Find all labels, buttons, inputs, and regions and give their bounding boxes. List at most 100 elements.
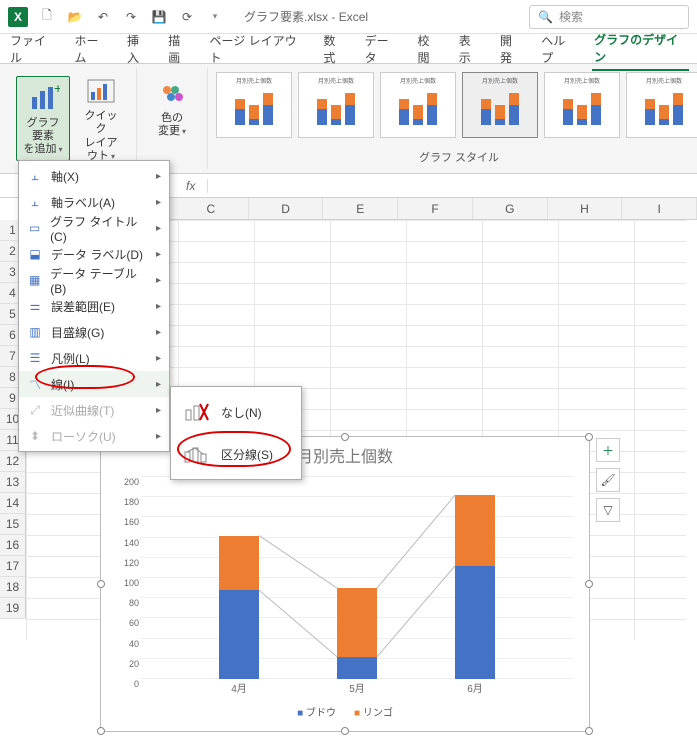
gridlines-icon: ▥: [27, 324, 43, 340]
tab-review[interactable]: 校閲: [416, 28, 443, 70]
chevron-right-icon: ▸: [156, 249, 161, 260]
quick-layout-button[interactable]: クイック レイアウト: [74, 70, 128, 167]
chevron-right-icon: ▸: [156, 327, 161, 338]
y-tick-label: 160: [124, 517, 139, 527]
bar-group[interactable]: [219, 536, 259, 679]
chevron-right-icon: ▸: [156, 301, 161, 312]
row-header[interactable]: 13: [0, 472, 26, 493]
tab-chart-design[interactable]: グラフのデザイン: [592, 27, 689, 71]
submenu-none[interactable]: なし(N): [171, 391, 301, 433]
menu-lines[interactable]: 〽線(I)▸: [19, 371, 169, 397]
window-title: グラフ要素.xlsx - Excel: [244, 8, 368, 25]
col-header[interactable]: H: [548, 198, 623, 219]
tab-developer[interactable]: 開発: [498, 28, 525, 70]
new-file-icon[interactable]: 🗋: [38, 8, 56, 26]
change-colors-button[interactable]: 色の 変更: [145, 72, 199, 142]
bar-group[interactable]: [455, 495, 495, 679]
row-header[interactable]: 19: [0, 598, 26, 619]
y-tick-label: 0: [134, 679, 139, 689]
y-tick-label: 140: [124, 538, 139, 548]
col-header[interactable]: C: [174, 198, 249, 219]
bar-group[interactable]: [337, 588, 377, 679]
row-header[interactable]: 16: [0, 535, 26, 556]
chevron-right-icon: ▸: [156, 197, 161, 208]
qat-dropdown-icon[interactable]: ▾: [206, 8, 224, 26]
y-tick-label: 20: [129, 659, 139, 669]
col-header[interactable]: I: [622, 198, 697, 219]
row-header[interactable]: 17: [0, 556, 26, 577]
embedded-chart[interactable]: 月別売上個数 020406080100120140160180200 ブドウ リ…: [100, 436, 590, 732]
tab-page-layout[interactable]: ページ レイアウト: [207, 28, 307, 70]
tab-insert[interactable]: 挿入: [125, 28, 152, 70]
menu-label: 目盛線(G): [51, 324, 104, 341]
ribbon-group-layouts: + グラフ要素 を追加 クイック レイアウト: [8, 68, 137, 169]
tab-view[interactable]: 表示: [457, 28, 484, 70]
chart-legend[interactable]: ブドウ リンゴ: [101, 704, 589, 719]
quick-access-toolbar: 🗋 📂 ↶ ↷ 💾 ⟳ ▾: [38, 8, 224, 26]
style-thumb-1[interactable]: 月別売上個数: [216, 72, 292, 138]
row-header[interactable]: 12: [0, 451, 26, 472]
col-header[interactable]: F: [398, 198, 473, 219]
fx-icon[interactable]: fx: [174, 179, 208, 193]
chevron-right-icon: ▸: [156, 353, 161, 364]
app-name-text: Excel: [339, 10, 368, 24]
save-icon[interactable]: 💾: [150, 8, 168, 26]
row-header[interactable]: 15: [0, 514, 26, 535]
menu-axis-titles[interactable]: ⫠軸ラベル(A)▸: [19, 189, 169, 215]
series-lines-icon: [181, 440, 211, 468]
menu-error-bars[interactable]: ⚌誤差範囲(E)▸: [19, 293, 169, 319]
legend-icon: ☰: [27, 350, 43, 366]
submenu-series-lines[interactable]: 区分線(S): [171, 433, 301, 475]
menu-label: 近似曲線(T): [51, 402, 114, 419]
tab-home[interactable]: ホーム: [72, 28, 111, 70]
redo-icon[interactable]: ↷: [122, 8, 140, 26]
style-thumb-6[interactable]: 月別売上個数: [626, 72, 697, 138]
tab-help[interactable]: ヘルプ: [539, 28, 578, 70]
refresh-icon[interactable]: ⟳: [178, 8, 196, 26]
menu-axes[interactable]: ⫠軸(X)▸: [19, 163, 169, 189]
col-header[interactable]: E: [323, 198, 398, 219]
menu-chart-title[interactable]: ▭グラフ タイトル(C)▸: [19, 215, 169, 241]
legend-entry-ringo[interactable]: リンゴ: [354, 704, 393, 719]
ribbon-group-colors: 色の 変更: [137, 68, 208, 169]
styles-group-label: グラフ スタイル: [216, 149, 697, 165]
filename-text: グラフ要素.xlsx: [244, 10, 328, 24]
updown-bars-icon: ⬍: [27, 428, 43, 444]
chart-styles-brush-button[interactable]: 🖌: [596, 468, 620, 492]
trendline-icon: ⤢: [27, 402, 43, 418]
chart-styles-gallery[interactable]: 月別売上個数 月別売上個数 月別売上個数 月別売上個数 月別売上個数 月別売上個…: [216, 72, 697, 143]
chevron-right-icon: ▸: [156, 171, 161, 182]
col-header[interactable]: D: [249, 198, 324, 219]
tab-draw[interactable]: 描画: [166, 28, 193, 70]
y-tick-label: 40: [129, 639, 139, 649]
row-header[interactable]: 18: [0, 577, 26, 598]
search-box[interactable]: 🔍 検索: [529, 5, 689, 29]
legend-entry-budou[interactable]: ブドウ: [297, 704, 336, 719]
row-header[interactable]: 14: [0, 493, 26, 514]
style-thumb-4[interactable]: 月別売上個数: [462, 72, 538, 138]
change-colors-icon: [155, 76, 189, 110]
tab-data[interactable]: データ: [363, 28, 402, 70]
chart-elements-plus-button[interactable]: ＋: [596, 438, 620, 462]
add-chart-element-button[interactable]: + グラフ要素 を追加: [16, 76, 70, 162]
style-thumb-2[interactable]: 月別売上個数: [298, 72, 374, 138]
style-thumb-5[interactable]: 月別売上個数: [544, 72, 620, 138]
menu-data-table[interactable]: ▦データ テーブル(B)▸: [19, 267, 169, 293]
title-separator: -: [331, 10, 338, 24]
menu-gridlines[interactable]: ▥ 目盛線(G) ▸: [19, 319, 169, 345]
menu-data-labels[interactable]: ⬓データ ラベル(D)▸: [19, 241, 169, 267]
add-element-label: グラフ要素 を追加: [23, 117, 63, 157]
change-colors-label: 色の 変更: [158, 112, 186, 138]
x-category-label: 5月: [337, 680, 377, 695]
style-thumb-3[interactable]: 月別売上個数: [380, 72, 456, 138]
menu-legend[interactable]: ☰凡例(L)▸: [19, 345, 169, 371]
none-icon: [181, 398, 211, 426]
col-header[interactable]: G: [473, 198, 548, 219]
tab-file[interactable]: ファイル: [8, 28, 58, 70]
open-file-icon[interactable]: 📂: [66, 8, 84, 26]
chart-filter-button[interactable]: ▽: [596, 498, 620, 522]
menu-label: データ ラベル(D): [51, 246, 143, 263]
tab-formula[interactable]: 数式: [321, 28, 348, 70]
undo-icon[interactable]: ↶: [94, 8, 112, 26]
plot-area[interactable]: [141, 477, 573, 679]
